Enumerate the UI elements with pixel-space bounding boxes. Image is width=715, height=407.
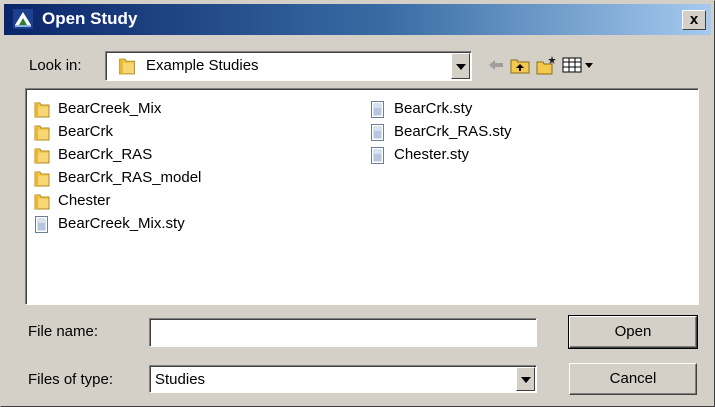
item-name: BearCreek_Mix.sty [58,215,185,232]
study-file-icon [370,146,386,165]
look-in-value: Example Studies [146,57,259,74]
open-button[interactable]: Open [568,315,698,349]
item-name: BearCreek_Mix [58,100,162,117]
folder-icon [34,123,50,142]
folder-icon [34,100,50,119]
files-of-type-value: Studies [155,371,206,388]
folder-icon [34,146,50,165]
item-name: BearCrk [58,123,114,140]
dialog-title: Open Study [42,9,138,28]
item-name: Chester [58,192,111,209]
folder-icon [116,56,138,76]
item-name: BearCrk_RAS [58,146,153,163]
file-name-input[interactable] [149,318,537,347]
item-name: BearCrk.sty [394,100,473,117]
look-in-dropdown[interactable]: Example Studies [105,51,472,81]
study-file-icon [370,123,386,142]
files-of-type-dropdown[interactable]: Studies [149,365,537,393]
folder-icon [34,192,50,211]
item-name: BearCrk_RAS.sty [394,123,512,140]
open-study-dialog: Open Study x Look in: Example Studies Be… [0,0,715,407]
folder-icon [34,169,50,188]
title-bar[interactable]: Open Study x [4,4,711,35]
file-name-label: File name: [28,323,99,340]
file-list[interactable]: BearCreek_Mix BearCrk BearCrk_RAS BearCr… [25,88,699,305]
up-folder-icon[interactable] [509,55,531,75]
chevron-down-icon[interactable] [516,367,535,391]
study-file-icon [370,100,386,119]
item-name: Chester.sty [394,146,470,163]
item-name: BearCrk_RAS_model [58,169,202,186]
chevron-down-icon[interactable] [451,53,470,79]
app-icon [13,9,33,29]
new-folder-icon[interactable] [535,55,557,75]
look-in-label: Look in: [29,57,82,74]
close-button[interactable]: x [682,10,706,30]
cancel-button[interactable]: Cancel [569,363,697,395]
study-file-icon [34,215,50,234]
view-menu-icon[interactable] [561,55,597,75]
back-arrow-icon[interactable] [487,55,505,75]
files-of-type-label: Files of type: [28,371,114,388]
